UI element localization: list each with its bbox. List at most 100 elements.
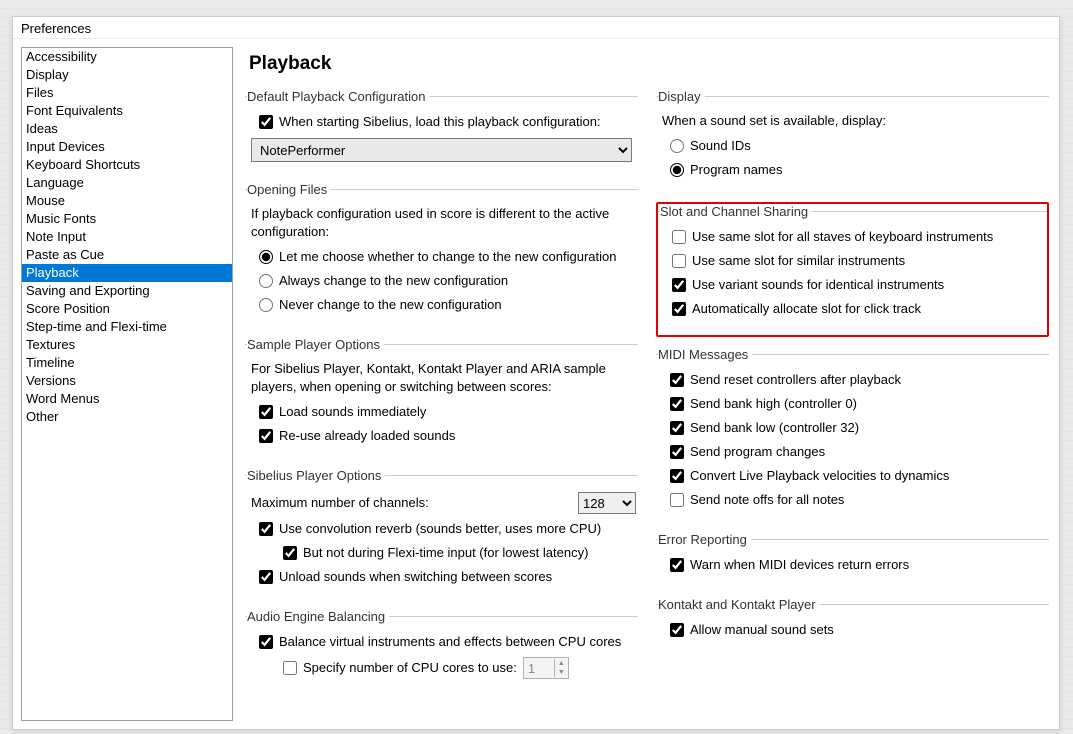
sidebar-item-note-input[interactable]: Note Input bbox=[22, 228, 232, 246]
sidebar-item-step-time-and-flexi-time[interactable]: Step-time and Flexi-time bbox=[22, 318, 232, 336]
allow-manual-soundsets-label: Allow manual sound sets bbox=[690, 621, 834, 639]
section-legend: Slot and Channel Sharing bbox=[660, 204, 812, 219]
sidebar-item-ideas[interactable]: Ideas bbox=[22, 120, 232, 138]
sidebar-item-input-devices[interactable]: Input Devices bbox=[22, 138, 232, 156]
midi-messages-checkbox-1[interactable] bbox=[670, 397, 684, 411]
display-radio-1[interactable] bbox=[670, 163, 684, 177]
cpu-cores-spinner[interactable]: ▲ ▼ bbox=[523, 657, 569, 679]
slot-channel-checkbox-2[interactable] bbox=[672, 278, 686, 292]
cpu-cores-value[interactable] bbox=[524, 661, 554, 676]
slot-channel-label-1: Use same slot for similar instruments bbox=[692, 252, 905, 270]
sample-player-checkbox-0[interactable] bbox=[259, 405, 273, 419]
section-legend: Error Reporting bbox=[658, 532, 751, 547]
display-radio-0[interactable] bbox=[670, 139, 684, 153]
sibelius-player-label-1: But not during Flexi-time input (for low… bbox=[303, 544, 588, 562]
section-legend: Sample Player Options bbox=[247, 337, 384, 352]
sidebar-item-music-fonts[interactable]: Music Fonts bbox=[22, 210, 232, 228]
section-midi-messages: MIDI Messages Send reset controllers aft… bbox=[656, 347, 1049, 522]
sample-player-checkbox-1[interactable] bbox=[259, 429, 273, 443]
section-default-playback: Default Playback Configuration When star… bbox=[245, 89, 638, 172]
slot-channel-checkbox-0[interactable] bbox=[672, 230, 686, 244]
slot-channel-label-2: Use variant sounds for identical instrum… bbox=[692, 276, 944, 294]
midi-messages-label-1: Send bank high (controller 0) bbox=[690, 395, 857, 413]
opening-files-desc: If playback configuration used in score … bbox=[247, 203, 636, 245]
sidebar-item-score-position[interactable]: Score Position bbox=[22, 300, 232, 318]
balance-cores-label: Balance virtual instruments and effects … bbox=[279, 633, 621, 651]
content-pane: Playback Default Playback Configuration … bbox=[241, 39, 1059, 729]
sidebar-item-other[interactable]: Other bbox=[22, 408, 232, 426]
slot-channel-checkbox-1[interactable] bbox=[672, 254, 686, 268]
load-config-label: When starting Sibelius, load this playba… bbox=[279, 113, 601, 131]
sidebar-item-mouse[interactable]: Mouse bbox=[22, 192, 232, 210]
sidebar-item-playback[interactable]: Playback bbox=[22, 264, 232, 282]
spin-down-icon[interactable]: ▼ bbox=[555, 668, 568, 677]
opening-files-radio-2[interactable] bbox=[259, 298, 273, 312]
sidebar-item-saving-and-exporting[interactable]: Saving and Exporting bbox=[22, 282, 232, 300]
midi-messages-checkbox-0[interactable] bbox=[670, 373, 684, 387]
section-error-reporting: Error Reporting Warn when MIDI devices r… bbox=[656, 532, 1049, 587]
sample-player-desc: For Sibelius Player, Kontakt, Kontakt Pl… bbox=[247, 358, 636, 400]
slot-channel-label-0: Use same slot for all staves of keyboard… bbox=[692, 228, 993, 246]
midi-messages-checkbox-3[interactable] bbox=[670, 445, 684, 459]
section-legend: MIDI Messages bbox=[658, 347, 752, 362]
warn-midi-errors-checkbox[interactable] bbox=[670, 558, 684, 572]
sibelius-player-checkbox-1[interactable] bbox=[283, 546, 297, 560]
sidebar-item-paste-as-cue[interactable]: Paste as Cue bbox=[22, 246, 232, 264]
allow-manual-soundsets-checkbox[interactable] bbox=[670, 623, 684, 637]
section-legend: Default Playback Configuration bbox=[247, 89, 430, 104]
balance-cores-checkbox[interactable] bbox=[259, 635, 273, 649]
specify-cores-checkbox[interactable] bbox=[283, 661, 297, 675]
opening-files-radio-1[interactable] bbox=[259, 274, 273, 288]
midi-messages-label-0: Send reset controllers after playback bbox=[690, 371, 901, 389]
sibelius-player-checkbox-2[interactable] bbox=[259, 570, 273, 584]
sidebar-item-accessibility[interactable]: Accessibility bbox=[22, 48, 232, 66]
page-heading: Playback bbox=[249, 53, 1045, 75]
sidebar-item-word-menus[interactable]: Word Menus bbox=[22, 390, 232, 408]
sidebar-item-font-equivalents[interactable]: Font Equivalents bbox=[22, 102, 232, 120]
section-sibelius-player: Sibelius Player Options Maximum number o… bbox=[245, 468, 638, 599]
sidebar-item-textures[interactable]: Textures bbox=[22, 336, 232, 354]
opening-files-label-2: Never change to the new configuration bbox=[279, 296, 502, 314]
opening-files-radio-0[interactable] bbox=[259, 250, 273, 264]
sibelius-player-checkbox-0[interactable] bbox=[259, 522, 273, 536]
sidebar-item-versions[interactable]: Versions bbox=[22, 372, 232, 390]
display-desc: When a sound set is available, display: bbox=[658, 110, 1047, 134]
midi-messages-label-3: Send program changes bbox=[690, 443, 825, 461]
left-column: Default Playback Configuration When star… bbox=[245, 89, 638, 702]
spin-up-icon[interactable]: ▲ bbox=[555, 659, 568, 668]
sidebar-item-files[interactable]: Files bbox=[22, 84, 232, 102]
section-opening-files: Opening Files If playback configuration … bbox=[245, 182, 638, 327]
sample-player-label-0: Load sounds immediately bbox=[279, 403, 426, 421]
midi-messages-checkbox-2[interactable] bbox=[670, 421, 684, 435]
category-sidebar[interactable]: AccessibilityDisplayFilesFont Equivalent… bbox=[21, 47, 233, 721]
section-legend: Opening Files bbox=[247, 182, 331, 197]
section-legend: Display bbox=[658, 89, 705, 104]
sidebar-item-timeline[interactable]: Timeline bbox=[22, 354, 232, 372]
max-channels-combo[interactable]: 128 bbox=[578, 492, 636, 514]
midi-messages-label-4: Convert Live Playback velocities to dyna… bbox=[690, 467, 949, 485]
specify-cores-label: Specify number of CPU cores to use: bbox=[303, 659, 517, 677]
dialog-body: AccessibilityDisplayFilesFont Equivalent… bbox=[13, 39, 1059, 729]
section-legend: Sibelius Player Options bbox=[247, 468, 385, 483]
slot-channel-checkbox-3[interactable] bbox=[672, 302, 686, 316]
right-column: Display When a sound set is available, d… bbox=[656, 89, 1049, 702]
opening-files-label-1: Always change to the new configuration bbox=[279, 272, 508, 290]
opening-files-label-0: Let me choose whether to change to the n… bbox=[279, 248, 617, 266]
sidebar-item-display[interactable]: Display bbox=[22, 66, 232, 84]
sidebar-item-keyboard-shortcuts[interactable]: Keyboard Shortcuts bbox=[22, 156, 232, 174]
sidebar-item-language[interactable]: Language bbox=[22, 174, 232, 192]
sibelius-player-label-2: Unload sounds when switching between sco… bbox=[279, 568, 552, 586]
display-label-0: Sound IDs bbox=[690, 137, 751, 155]
midi-messages-label-2: Send bank low (controller 32) bbox=[690, 419, 859, 437]
midi-messages-checkbox-5[interactable] bbox=[670, 493, 684, 507]
playback-config-combo[interactable]: NotePerformer bbox=[251, 138, 632, 162]
warn-midi-errors-label: Warn when MIDI devices return errors bbox=[690, 556, 909, 574]
section-sample-player: Sample Player Options For Sibelius Playe… bbox=[245, 337, 638, 458]
section-display: Display When a sound set is available, d… bbox=[656, 89, 1049, 192]
midi-messages-checkbox-4[interactable] bbox=[670, 469, 684, 483]
section-legend: Audio Engine Balancing bbox=[247, 609, 389, 624]
section-legend: Kontakt and Kontakt Player bbox=[658, 597, 820, 612]
section-kontakt: Kontakt and Kontakt Player Allow manual … bbox=[656, 597, 1049, 652]
midi-messages-label-5: Send note offs for all notes bbox=[690, 491, 844, 509]
load-config-checkbox[interactable] bbox=[259, 115, 273, 129]
